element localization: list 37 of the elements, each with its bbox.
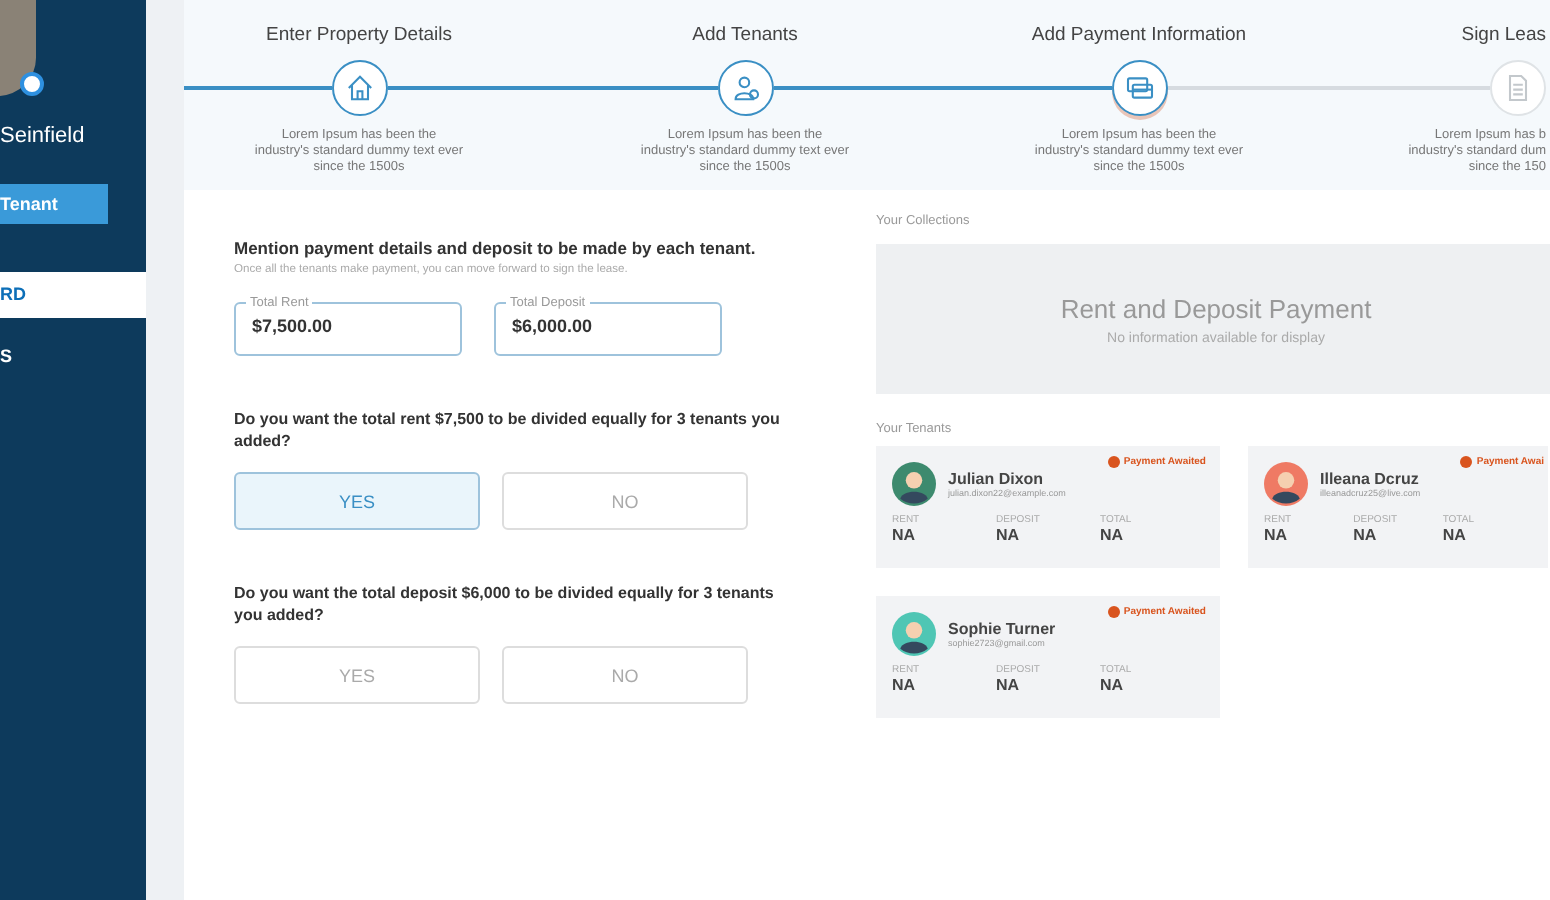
step-title: Sign Leas bbox=[1461, 24, 1546, 46]
choice-button[interactable]: NO bbox=[502, 646, 748, 704]
step-title: Add Tenants bbox=[692, 24, 798, 46]
tenant-name: Sophie Turner bbox=[948, 620, 1056, 638]
stat-value: NA bbox=[1264, 526, 1290, 544]
cards-icon[interactable] bbox=[1111, 60, 1167, 116]
stat-value: NA bbox=[1353, 526, 1379, 544]
step-title: Enter Property Details bbox=[266, 24, 452, 46]
stat-value: NA bbox=[1100, 526, 1126, 544]
form-heading: Mention payment details and deposit to be made by each tenant. bbox=[234, 238, 758, 258]
stat-value: NA bbox=[892, 526, 918, 544]
tenant-name: Julian Dixon bbox=[948, 470, 1046, 488]
user-name: Seinfield bbox=[0, 124, 85, 148]
step-title: Add Payment Information bbox=[1031, 24, 1247, 46]
field-value: $7,500.00 bbox=[252, 314, 335, 336]
people-icon[interactable] bbox=[717, 60, 773, 116]
stat-value: NA bbox=[1442, 526, 1468, 544]
choice-button[interactable]: YES bbox=[234, 472, 480, 530]
choice-button[interactable]: YES bbox=[234, 646, 480, 704]
alert-icon bbox=[1107, 456, 1120, 468]
stat-value: NA bbox=[996, 676, 1022, 694]
settings-icon[interactable] bbox=[20, 72, 44, 96]
tenant-name: Illeana Dcruz bbox=[1320, 470, 1421, 488]
house-icon[interactable] bbox=[331, 60, 387, 116]
stat-value: NA bbox=[892, 676, 918, 694]
choice-button[interactable]: NO bbox=[502, 472, 748, 530]
sidebar-item[interactable]: RD bbox=[0, 272, 146, 318]
field-value: $6,000.00 bbox=[512, 314, 595, 336]
stat-value: NA bbox=[996, 526, 1022, 544]
panel-title: Rent and Deposit Payment bbox=[1060, 293, 1372, 323]
stat-value: NA bbox=[1100, 676, 1126, 694]
question-text: Do you want the total rent $7,500 to be divided equally for 3 tenants you added? bbox=[234, 408, 782, 452]
question-text: Do you want the total deposit $6,000 to be divided equally for 3 tenants you added? bbox=[234, 582, 776, 626]
alert-icon bbox=[1460, 456, 1473, 468]
alert-icon bbox=[1107, 606, 1120, 618]
add-tenant-button[interactable]: Tenant bbox=[0, 184, 108, 224]
sidebar-item[interactable]: S bbox=[0, 334, 146, 380]
